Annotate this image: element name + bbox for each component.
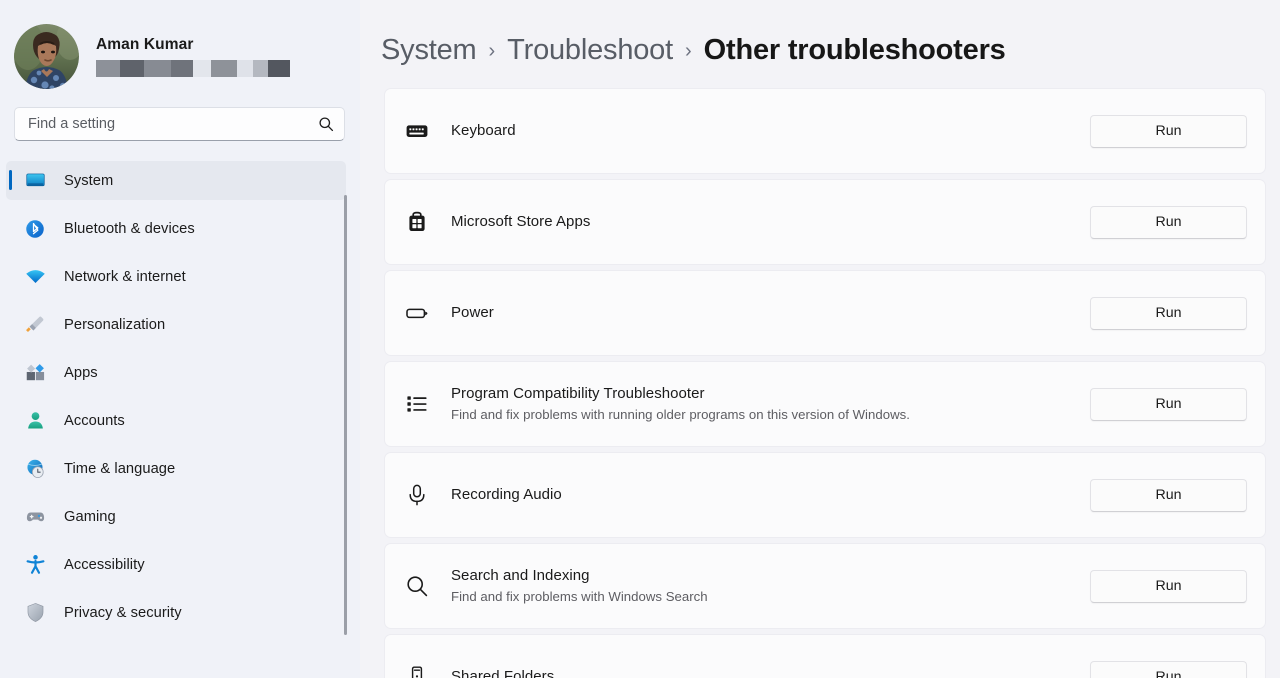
redaction-block — [211, 60, 237, 77]
troubleshooter-text: Recording Audio — [451, 485, 1090, 505]
troubleshooter-title: Power — [451, 303, 1090, 323]
redaction-block — [96, 60, 120, 77]
settings-window: Aman Kumar System Bluetooth & devices Netw… — [0, 0, 1280, 678]
sidebar-item-label: Bluetooth & devices — [64, 221, 195, 237]
clock-globe-icon — [24, 458, 46, 480]
sidebar: Aman Kumar System Bluetooth & devices Netw… — [0, 0, 360, 678]
breadcrumb: System › Troubleshoot › Other troubleshooter… — [360, 0, 1280, 74]
microphone-icon — [405, 483, 429, 507]
monitor-icon — [24, 170, 46, 192]
run-button[interactable]: Run — [1090, 115, 1247, 148]
sidebar-item-accessibility[interactable]: Accessibility — [6, 545, 346, 584]
profile-name: Aman Kumar — [96, 36, 290, 54]
keyboard-icon — [405, 119, 429, 143]
troubleshooter-title: Recording Audio — [451, 485, 1090, 505]
run-button[interactable]: Run — [1090, 479, 1247, 512]
list-icon — [405, 392, 429, 416]
troubleshooter-text: Keyboard — [451, 121, 1090, 141]
run-button[interactable]: Run — [1090, 570, 1247, 603]
troubleshooter-row: Microsoft Store AppsRun — [384, 179, 1266, 265]
troubleshooter-text: Program Compatibility Troubleshooter Find… — [451, 384, 1090, 424]
store-bag-icon — [405, 210, 429, 234]
battery-icon — [405, 301, 429, 325]
sidebar-item-label: Personalization — [64, 317, 165, 333]
breadcrumb-separator: › — [489, 41, 496, 61]
run-button[interactable]: Run — [1090, 206, 1247, 239]
sidebar-item-label: Accessibility — [64, 557, 145, 573]
redaction-block — [237, 60, 253, 77]
accessibility-person-icon — [24, 554, 46, 576]
troubleshooter-list: KeyboardRunMicrosoft Store AppsRunPowerR… — [360, 74, 1280, 678]
troubleshooter-description: Find and fix problems with Windows Searc… — [451, 588, 1090, 606]
breadcrumb-link[interactable]: System — [381, 34, 477, 67]
sidebar-item-gaming[interactable]: Gaming — [6, 497, 346, 536]
search-icon — [318, 116, 334, 132]
breadcrumb-link[interactable]: Troubleshoot — [507, 34, 673, 67]
troubleshooter-title: Search and Indexing — [451, 566, 1090, 586]
paintbrush-icon — [24, 314, 46, 336]
troubleshooter-row: Recording AudioRun — [384, 452, 1266, 538]
troubleshooter-row: PowerRun — [384, 270, 1266, 356]
redaction-block — [193, 60, 211, 77]
sidebar-scrollbar[interactable] — [344, 192, 348, 638]
user-profile[interactable]: Aman Kumar — [0, 0, 360, 92]
redaction-block — [120, 60, 144, 77]
sidebar-item-privacy-security[interactable]: Privacy & security — [6, 593, 346, 632]
profile-text: Aman Kumar — [96, 36, 290, 77]
sidebar-item-network-internet[interactable]: Network & internet — [6, 257, 346, 296]
troubleshooter-text: Power — [451, 303, 1090, 323]
troubleshooter-text: Shared Folders — [451, 667, 1090, 678]
sidebar-item-label: Network & internet — [64, 269, 186, 285]
troubleshooter-title: Shared Folders — [451, 667, 1090, 678]
sidebar-item-label: Accounts — [64, 413, 125, 429]
troubleshooter-title: Microsoft Store Apps — [451, 212, 1090, 232]
troubleshooter-title: Program Compatibility Troubleshooter — [451, 384, 1090, 404]
redaction-block — [253, 60, 268, 77]
sidebar-item-apps[interactable]: Apps — [6, 353, 346, 392]
gamepad-icon — [24, 506, 46, 528]
search-container — [14, 107, 345, 141]
sidebar-item-label: System — [64, 173, 113, 189]
search-icon — [405, 574, 429, 598]
sidebar-nav: System Bluetooth & devices Network & inter… — [0, 161, 360, 632]
shield-icon — [24, 602, 46, 624]
sidebar-scrollbar-thumb[interactable] — [344, 195, 347, 635]
troubleshooter-text: Search and Indexing Find and fix problems… — [451, 566, 1090, 606]
troubleshooter-row: Shared FoldersRun — [384, 634, 1266, 678]
troubleshooter-text: Microsoft Store Apps — [451, 212, 1090, 232]
run-button[interactable]: Run — [1090, 661, 1247, 678]
breadcrumb-separator: › — [685, 41, 692, 61]
sidebar-item-label: Time & language — [64, 461, 175, 477]
run-button[interactable]: Run — [1090, 388, 1247, 421]
page-title: Other troubleshooters — [704, 34, 1006, 67]
sidebar-item-label: Privacy & security — [64, 605, 182, 621]
search-input[interactable] — [28, 116, 318, 132]
sidebar-item-label: Gaming — [64, 509, 116, 525]
sidebar-item-system[interactable]: System — [6, 161, 346, 200]
troubleshooter-row: KeyboardRun — [384, 88, 1266, 174]
content-area: System › Troubleshoot › Other troubleshooter… — [360, 0, 1280, 678]
sidebar-item-accounts[interactable]: Accounts — [6, 401, 346, 440]
shared-folder-server-icon — [405, 665, 429, 678]
profile-email-redacted — [96, 60, 290, 77]
person-icon — [24, 410, 46, 432]
bluetooth-icon — [24, 218, 46, 240]
troubleshooter-description: Find and fix problems with running older… — [451, 406, 1090, 424]
troubleshooter-row: Program Compatibility Troubleshooter Find… — [384, 361, 1266, 447]
sidebar-item-time-language[interactable]: Time & language — [6, 449, 346, 488]
redaction-block — [268, 60, 290, 77]
redaction-block — [171, 60, 193, 77]
wifi-icon — [24, 266, 46, 288]
run-button[interactable]: Run — [1090, 297, 1247, 330]
sidebar-item-label: Apps — [64, 365, 98, 381]
troubleshooter-row: Search and Indexing Find and fix problems… — [384, 543, 1266, 629]
avatar — [14, 24, 79, 89]
search-box[interactable] — [14, 107, 345, 141]
apps-icon — [24, 362, 46, 384]
redaction-block — [144, 60, 171, 77]
troubleshooter-title: Keyboard — [451, 121, 1090, 141]
sidebar-item-personalization[interactable]: Personalization — [6, 305, 346, 344]
sidebar-item-bluetooth-devices[interactable]: Bluetooth & devices — [6, 209, 346, 248]
selection-indicator — [9, 170, 12, 190]
